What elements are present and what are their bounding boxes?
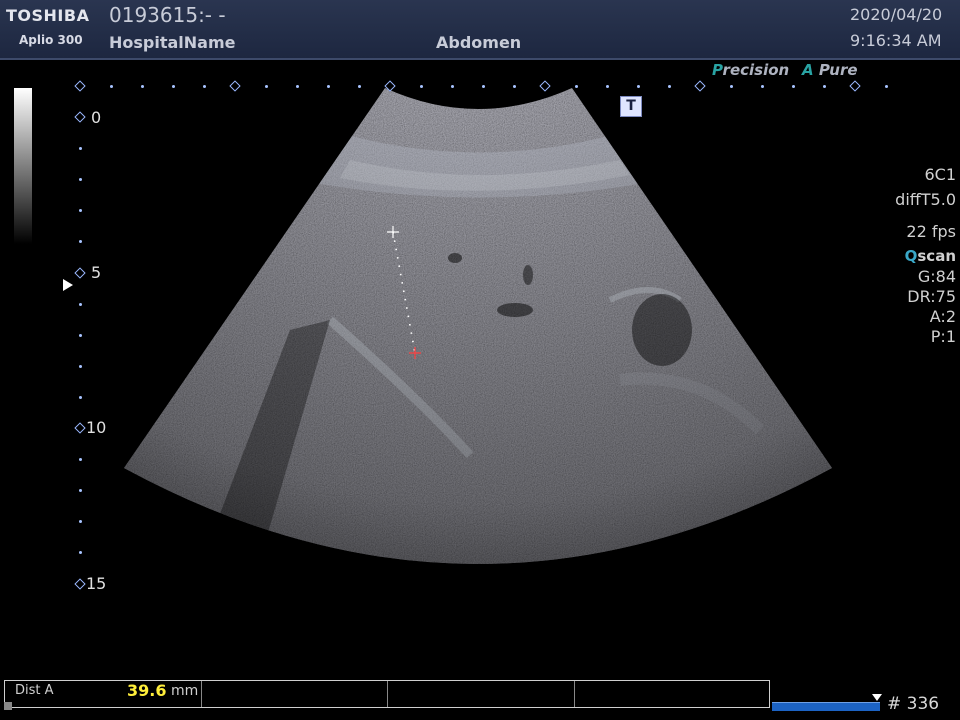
scale-minor-tick bbox=[792, 85, 795, 88]
qscan-rest: scan bbox=[917, 247, 956, 265]
depth-minor-tick bbox=[79, 458, 82, 462]
scale-minor-tick bbox=[637, 85, 640, 88]
scale-minor-tick bbox=[513, 85, 516, 88]
scale-minor-tick bbox=[358, 85, 361, 88]
scale-minor-tick bbox=[296, 85, 299, 88]
probe-name: 6C1 bbox=[924, 165, 956, 184]
scale-minor-tick bbox=[730, 85, 733, 88]
text-annotation-icon[interactable]: T bbox=[620, 96, 642, 117]
table-divider bbox=[387, 681, 388, 707]
frame-count: # 336 bbox=[887, 694, 940, 714]
qscan-prefix: Q bbox=[904, 247, 918, 265]
depth-label-5: 5 bbox=[91, 263, 102, 282]
scale-minor-tick bbox=[420, 85, 423, 88]
measurement-table: Dist A 39.6 mm bbox=[4, 680, 770, 708]
depth-minor-tick bbox=[79, 178, 82, 182]
scale-minor-tick bbox=[141, 85, 144, 88]
gain-value: G:84 bbox=[917, 267, 956, 286]
depth-label-0: 0 bbox=[91, 108, 102, 127]
measurement-unit: mm bbox=[171, 683, 199, 699]
scale-minor-tick bbox=[885, 85, 888, 88]
cine-frame-bar[interactable] bbox=[772, 702, 880, 711]
qscan-label: Qscan bbox=[905, 247, 956, 265]
preset-name: diffT5.0 bbox=[895, 190, 956, 209]
status-indicator bbox=[4, 702, 12, 710]
ultrasound-image bbox=[124, 88, 832, 564]
depth-major-tick bbox=[74, 266, 86, 279]
depth-major-tick bbox=[74, 422, 86, 434]
measurement-value: 39.6 bbox=[127, 681, 167, 700]
measurement-label: Dist A bbox=[15, 683, 54, 698]
depth-minor-tick bbox=[79, 520, 82, 524]
lateral-scale bbox=[0, 0, 960, 100]
table-divider bbox=[574, 681, 575, 707]
depth-minor-tick bbox=[79, 489, 82, 493]
scale-major-tick bbox=[539, 80, 551, 92]
scale-minor-tick bbox=[761, 85, 764, 88]
scale-minor-tick bbox=[668, 85, 671, 88]
scale-minor-tick bbox=[451, 85, 454, 88]
depth-major-tick bbox=[74, 577, 86, 590]
scale-major-tick bbox=[849, 80, 861, 92]
scale-minor-tick bbox=[327, 85, 330, 88]
scale-minor-tick bbox=[606, 85, 609, 88]
scale-minor-tick bbox=[482, 85, 485, 88]
scale-minor-tick bbox=[265, 85, 268, 88]
depth-minor-tick bbox=[79, 240, 82, 244]
cine-position-marker-icon[interactable] bbox=[872, 694, 882, 701]
scale-minor-tick bbox=[823, 85, 826, 88]
scale-major-tick bbox=[694, 80, 706, 92]
depth-label-10: 10 bbox=[86, 418, 107, 437]
scale-minor-tick bbox=[575, 85, 578, 88]
depth-scale: 0 5 10 15 bbox=[0, 0, 120, 600]
p-value: P:1 bbox=[930, 327, 956, 346]
depth-minor-tick bbox=[79, 209, 82, 213]
scale-major-tick bbox=[229, 80, 241, 92]
table-divider bbox=[201, 681, 202, 707]
depth-minor-tick bbox=[79, 333, 82, 337]
depth-minor-tick bbox=[79, 147, 82, 151]
frame-rate: 22 fps bbox=[906, 222, 956, 241]
scale-minor-tick bbox=[203, 85, 206, 88]
depth-minor-tick bbox=[79, 551, 82, 555]
a-value: A:2 bbox=[929, 307, 956, 326]
depth-minor-tick bbox=[79, 395, 82, 399]
depth-label-15: 15 bbox=[86, 574, 107, 593]
scale-major-tick bbox=[384, 80, 396, 92]
depth-minor-tick bbox=[79, 364, 82, 368]
dynamic-range-value: DR:75 bbox=[907, 287, 956, 306]
depth-minor-tick bbox=[79, 302, 82, 306]
depth-major-tick bbox=[74, 111, 86, 123]
scale-minor-tick bbox=[172, 85, 175, 88]
